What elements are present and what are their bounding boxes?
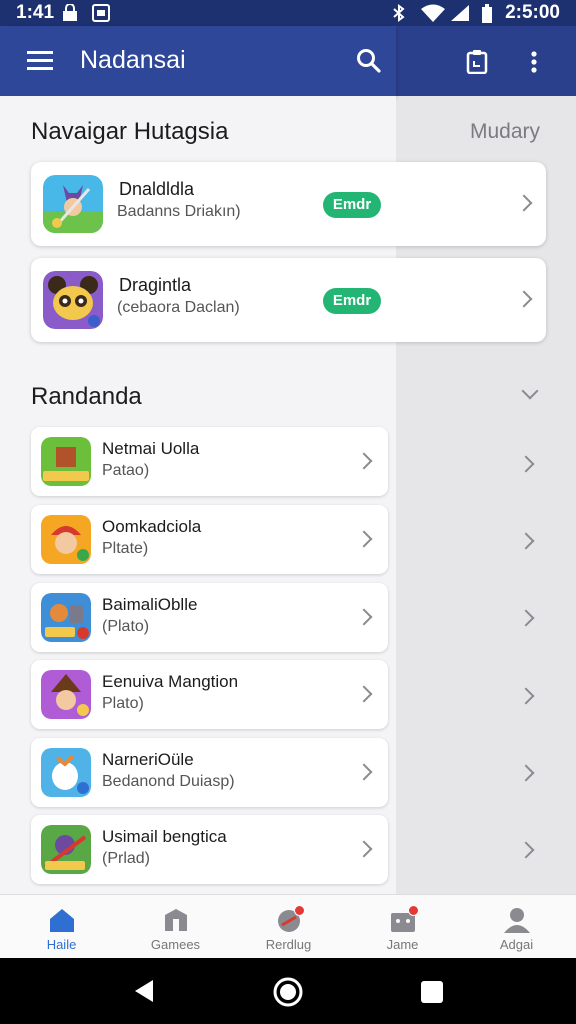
status-bar: 1:41 2:5:00 — [0, 0, 576, 26]
search-icon[interactable] — [356, 48, 382, 74]
game-subtitle: Patao) — [102, 462, 150, 479]
background-header-label: Mudary — [470, 120, 541, 143]
nav-store[interactable]: Jame — [345, 895, 460, 959]
game-subtitle: Pltate) — [102, 540, 149, 557]
featured-section-title: Navaigar Hutagsia — [31, 118, 229, 145]
drawer-app-bar: Nadansai — [0, 26, 396, 96]
list-item[interactable]: Usimail bengtica (Prlad) — [31, 815, 388, 884]
list-item[interactable]: Eenuiva Mangtion Plato) — [31, 660, 388, 729]
list-item[interactable]: BaimaliOblle (Plato) — [31, 583, 388, 652]
game-name: Netmai Uolla — [102, 439, 200, 458]
games-icon — [165, 909, 187, 931]
screenshot-icon — [92, 4, 110, 22]
battery-icon — [482, 4, 492, 23]
notification-badge — [294, 905, 305, 916]
recents-icon[interactable] — [420, 980, 444, 1004]
chevron-right-icon — [355, 685, 373, 703]
game-subtitle: (Plato) — [102, 618, 150, 635]
status-time-right: 2:5:00 — [505, 2, 560, 23]
lock-icon — [63, 4, 77, 21]
more-vert-icon[interactable] — [530, 50, 538, 74]
chevron-right-icon — [355, 608, 373, 626]
home-icon — [50, 909, 74, 932]
game-name: Oomkadciola — [102, 517, 202, 536]
featured-game-card[interactable]: Dnaldldla Badanns Driakın) Emdr — [31, 162, 546, 246]
game-name: BaimaliOblle — [102, 595, 198, 614]
game-name: Dragintla — [119, 275, 192, 295]
game-robot-icon — [41, 593, 91, 642]
featured-game-card[interactable]: Dragintla (cebaora Daclan) Emdr — [31, 258, 546, 342]
game-subtitle: (cebaora Daclan) — [117, 299, 240, 316]
signal-icon — [451, 5, 469, 21]
game-subtitle: Badanns Driakın) — [117, 203, 241, 220]
nav-label: Rerdlug — [265, 937, 312, 952]
nav-profile[interactable]: Adgai — [459, 895, 574, 959]
game-name: Usimail bengtica — [102, 827, 227, 846]
status-pill[interactable]: Emdr — [323, 288, 381, 314]
game-bird-icon — [41, 748, 91, 797]
system-navigation-bar — [0, 958, 576, 1024]
list-section-title: Randanda — [31, 383, 142, 410]
game-name: NarneriOüle — [102, 750, 194, 769]
chevron-right-icon — [355, 763, 373, 781]
game-warrior-icon — [43, 175, 103, 233]
status-pill[interactable]: Emdr — [323, 192, 381, 218]
list-item[interactable]: Netmai Uolla Patao) — [31, 427, 388, 496]
back-icon[interactable] — [132, 978, 156, 1004]
game-subtitle: Bedanond Duiasp) — [102, 773, 235, 790]
game-bear-icon — [43, 271, 103, 329]
drawer-title: Nadansai — [80, 46, 186, 74]
list-item[interactable]: Oomkadciola Pltate) — [31, 505, 388, 574]
nav-record[interactable]: Rerdlug — [231, 895, 346, 959]
menu-icon[interactable] — [27, 50, 53, 72]
chevron-right-icon — [355, 840, 373, 858]
chevron-right-icon — [355, 530, 373, 548]
nav-label: Haile — [46, 937, 77, 952]
chevron-right-icon — [355, 452, 373, 470]
chevron-right-icon — [515, 290, 533, 308]
game-farm-icon — [41, 437, 91, 486]
nav-home[interactable]: Haile — [4, 895, 119, 959]
clipboard-icon[interactable] — [466, 50, 488, 74]
background-app-bar — [396, 26, 576, 96]
bluetooth-icon — [393, 4, 405, 22]
notification-badge — [408, 905, 419, 916]
nav-label: Gamees — [150, 937, 201, 952]
game-knight-icon — [41, 825, 91, 874]
game-name: Eenuiva Mangtion — [102, 672, 239, 691]
nav-label: Jame — [386, 937, 419, 952]
home-button-icon[interactable] — [272, 976, 304, 1008]
status-time-left: 1:41 — [16, 2, 55, 23]
wifi-icon — [421, 4, 445, 22]
list-item[interactable]: NarneriOüle Bedanond Duiasp) — [31, 738, 388, 807]
game-subtitle: Plato) — [102, 695, 144, 712]
game-name: Dnaldldla — [119, 179, 195, 199]
nav-label: Adgai — [499, 937, 534, 952]
nav-games[interactable]: Gamees — [118, 895, 233, 959]
bottom-navigation: Haile Gamees Rerdlug Jame Adgai — [0, 894, 576, 958]
chevron-right-icon — [515, 194, 533, 212]
profile-icon — [504, 908, 530, 933]
game-witch-icon — [41, 670, 91, 719]
game-subtitle: (Prlad) — [102, 850, 151, 867]
game-hero-icon — [41, 515, 91, 564]
